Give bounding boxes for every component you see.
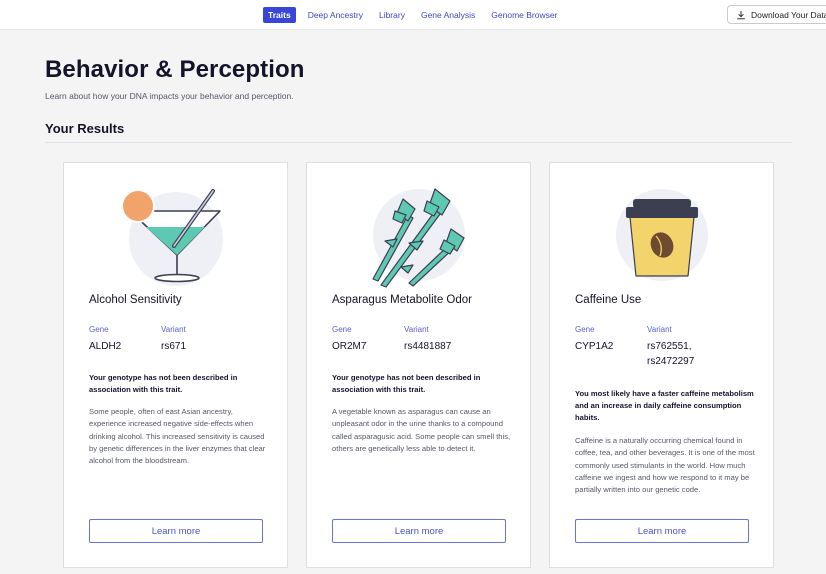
variant-label: Variant: [647, 325, 672, 334]
section-divider: [45, 142, 792, 143]
result-text: Your genotype has not been described in …: [89, 373, 238, 394]
nav-item-genome-browser[interactable]: Genome Browser: [487, 7, 561, 23]
main-nav: Traits Deep Ancestry Library Gene Analys…: [263, 7, 569, 23]
gene-label: Gene: [332, 325, 352, 334]
variant-value: rs762551, rs2472297: [647, 339, 694, 369]
variant-label: Variant: [404, 325, 429, 334]
page-title: Behavior & Perception: [45, 56, 305, 83]
trait-title: Asparagus Metabolite Odor: [332, 294, 472, 306]
trait-card-caffeine-use: Caffeine Use Gene Variant CYP1A2 rs76255…: [549, 162, 774, 568]
nav-item-gene-analysis[interactable]: Gene Analysis: [417, 7, 479, 23]
variant-value-line: rs2472297: [647, 356, 695, 367]
gene-value: CYP1A2: [575, 341, 614, 352]
section-title: Your Results: [45, 121, 125, 136]
learn-more-button[interactable]: Learn more: [332, 519, 506, 543]
top-nav-bar: Traits Deep Ancestry Library Gene Analys…: [0, 0, 826, 30]
coffee-cup-icon: [616, 189, 708, 281]
download-icon: [737, 10, 745, 19]
trait-title: Alcohol Sensitivity: [89, 294, 182, 306]
martini-icon: [121, 189, 223, 286]
nav-item-library[interactable]: Library: [375, 7, 409, 23]
variant-value: rs4481887: [404, 341, 452, 352]
trait-title: Caffeine Use: [575, 294, 642, 306]
gene-label: Gene: [89, 325, 109, 334]
download-data-button[interactable]: Download Your Data: [727, 5, 826, 24]
gene-value: OR2M7: [332, 341, 367, 352]
nav-item-deep-ancestry[interactable]: Deep Ancestry: [304, 7, 367, 23]
asparagus-icon: [372, 188, 465, 288]
trait-card-alcohol-sensitivity: Alcohol Sensitivity Gene Variant ALDH2 r…: [63, 162, 288, 568]
variant-label: Variant: [161, 325, 186, 334]
page-subtitle: Learn about how your DNA impacts your be…: [45, 91, 294, 101]
nav-item-traits[interactable]: Traits: [263, 7, 296, 23]
result-text: You most likely have a faster caffeine m…: [575, 389, 754, 422]
gene-value: ALDH2: [89, 341, 122, 352]
result-text: Your genotype has not been described in …: [332, 373, 481, 394]
trait-description: A vegetable known as asparagus can cause…: [332, 407, 511, 453]
learn-more-button[interactable]: Learn more: [89, 519, 263, 543]
learn-more-button[interactable]: Learn more: [575, 519, 749, 543]
gene-label: Gene: [575, 325, 595, 334]
trait-description: Caffeine is a naturally occurring chemic…: [575, 436, 755, 495]
variant-value: rs671: [161, 341, 187, 352]
trait-card-asparagus-metabolite-odor: Asparagus Metabolite Odor Gene Variant O…: [306, 162, 531, 568]
trait-description: Some people, often of east Asian ancestr…: [89, 407, 266, 466]
download-data-label: Download Your Data: [751, 9, 826, 20]
variant-value-line: rs762551,: [647, 341, 692, 352]
